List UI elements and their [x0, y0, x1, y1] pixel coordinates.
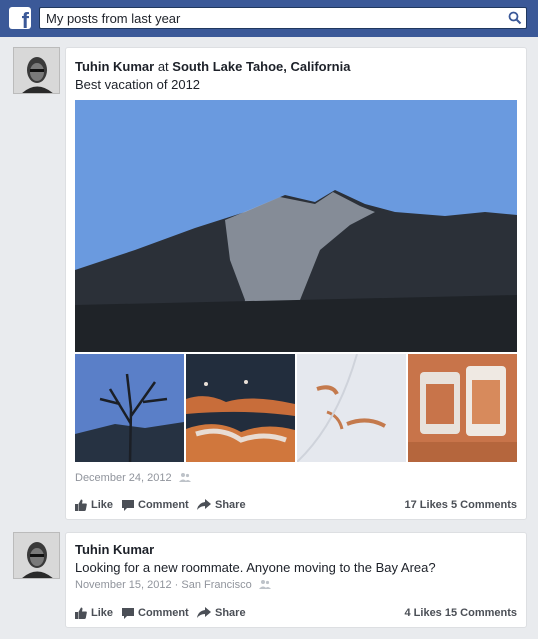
- post-date[interactable]: November 15, 2012 · San Francisco: [75, 579, 252, 591]
- share-label: Share: [215, 607, 246, 619]
- search-input-value[interactable]: My posts from last year: [46, 11, 180, 26]
- reaction-counts[interactable]: 4 Likes 15 Comments: [405, 607, 518, 619]
- share-button[interactable]: Share: [197, 607, 246, 619]
- post-meta: December 24, 2012: [75, 472, 191, 484]
- post-header: Tuhin Kumar at South Lake Tahoe, Califor…: [75, 59, 350, 74]
- comment-icon: [122, 608, 134, 619]
- share-button[interactable]: Share: [197, 499, 246, 511]
- post-text: Looking for a new roommate. Anyone movin…: [75, 560, 436, 575]
- post-card: Tuhin Kumar at South Lake Tahoe, Califor…: [65, 47, 527, 520]
- avatar[interactable]: [13, 532, 60, 579]
- post-actions: Like Comment Share 4 Likes 15 Comments: [75, 607, 517, 625]
- facebook-logo-icon[interactable]: f: [9, 7, 31, 29]
- search-icon[interactable]: [508, 11, 522, 25]
- photo-thumbnail[interactable]: [75, 354, 184, 462]
- author-name[interactable]: Tuhin Kumar: [75, 542, 154, 557]
- photo-main[interactable]: [75, 100, 517, 352]
- author-name[interactable]: Tuhin Kumar: [75, 59, 154, 74]
- share-label: Share: [215, 499, 246, 511]
- at-word: at: [157, 59, 169, 74]
- comment-button[interactable]: Comment: [122, 499, 189, 511]
- location-link[interactable]: South Lake Tahoe, California: [172, 59, 350, 74]
- post-actions: Like Comment Share 17 Likes 5 Comments: [75, 499, 517, 517]
- like-label: Like: [91, 499, 114, 511]
- post-date[interactable]: December 24, 2012: [75, 472, 172, 484]
- avatar[interactable]: [13, 47, 60, 94]
- profile-photo: [14, 48, 59, 93]
- like-label: Like: [91, 607, 114, 619]
- top-bar: f My posts from last year: [0, 0, 538, 38]
- comment-button[interactable]: Comment: [122, 607, 189, 619]
- photo-thumbnail[interactable]: [186, 354, 295, 462]
- like-button[interactable]: Like: [75, 499, 113, 511]
- like-button[interactable]: Like: [75, 607, 113, 619]
- post-header: Tuhin Kumar: [75, 542, 154, 557]
- comment-icon: [122, 500, 134, 511]
- post-card: Tuhin Kumar Looking for a new roommate. …: [65, 532, 527, 628]
- comment-label: Comment: [138, 499, 189, 511]
- photo-thumbnail[interactable]: [297, 354, 406, 462]
- share-icon: [197, 607, 211, 618]
- audience-icon[interactable]: [178, 472, 191, 482]
- profile-photo: [14, 533, 59, 578]
- comment-label: Comment: [138, 607, 189, 619]
- search-input[interactable]: My posts from last year: [39, 7, 527, 29]
- photo-thumbnail[interactable]: [408, 354, 517, 462]
- like-icon: [75, 607, 87, 619]
- post-meta: November 15, 2012 · San Francisco: [75, 579, 271, 591]
- audience-icon[interactable]: [258, 579, 271, 589]
- post-text: Best vacation of 2012: [75, 77, 201, 92]
- reaction-counts[interactable]: 17 Likes 5 Comments: [405, 499, 518, 511]
- share-icon: [197, 499, 211, 510]
- like-icon: [75, 499, 87, 511]
